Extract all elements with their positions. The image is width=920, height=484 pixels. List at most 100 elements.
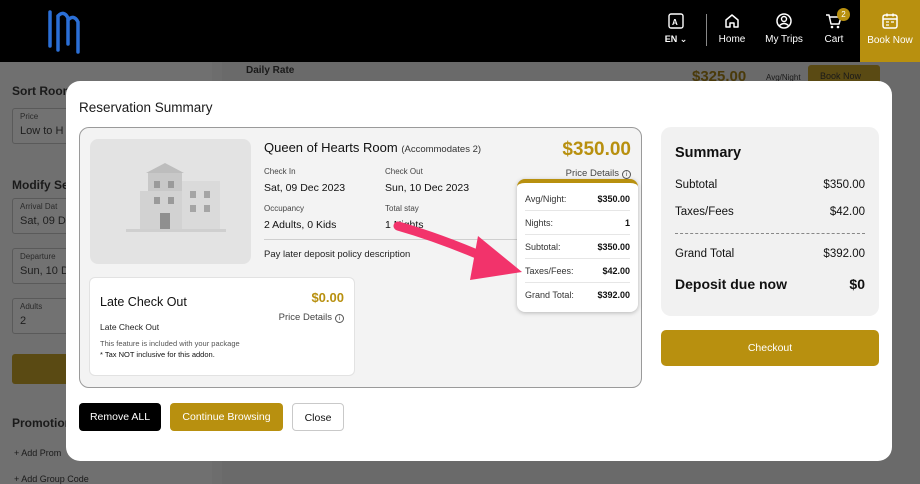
continue-browsing-button[interactable]: Continue Browsing [170,403,283,431]
checkout-button[interactable]: Checkout [661,330,879,366]
summary-subtotal-row: Subtotal $350.00 [675,179,865,191]
summary-grand-total-label: Grand Total [675,248,735,260]
order-summary-panel: Summary Subtotal $350.00 Taxes/Fees $42.… [661,127,879,316]
summary-grand-total-value: $392.00 [823,248,865,260]
room-price-details-label: Price Details [565,168,619,179]
popover-value: $350.00 [597,194,630,204]
popover-label: Avg/Night: [525,194,567,204]
calendar-icon [882,13,898,29]
nav-cart[interactable]: 2 Cart [818,8,850,52]
popover-row-grand-total: Grand Total: $392.00 [525,283,630,307]
summary-divider [675,233,865,234]
top-nav-bar: A EN ⌄ Home My Trips 2 Cart Book Now [0,0,920,62]
info-icon: i [335,314,344,323]
departure-label: Departure [20,252,56,261]
book-now-label: Book Now [867,35,913,46]
price-details-popover: Avg/Night: $350.00 Nights: 1 Subtotal: $… [517,179,638,312]
deposit-policy-text: Pay later deposit policy description [264,249,411,260]
addon-included-note: This feature is included with your packa… [100,339,240,348]
nav-home-label: Home [718,34,746,45]
check-in-label: Check In [264,167,296,176]
popover-value: $392.00 [597,290,630,300]
popover-value: $42.00 [602,266,630,276]
chevron-down-icon: ⌄ [679,34,688,44]
reservation-summary-modal: Reservation Summary Queen of Hearts Room… [66,81,892,461]
summary-taxes-label: Taxes/Fees [675,206,734,218]
remove-all-button[interactable]: Remove ALL [79,403,161,431]
nav-my-trips[interactable]: My Trips [762,12,806,52]
nav-home[interactable]: Home [714,12,750,52]
addon-price-details-label: Price Details [278,312,332,323]
popover-value: 1 [624,218,630,228]
brand-logo[interactable] [44,6,84,56]
room-accommodates: (Accommodates 2) [401,144,482,155]
add-promo-link[interactable]: + Add Prom [14,448,61,458]
close-button[interactable]: Close [292,403,344,431]
translate-icon: A [668,13,684,29]
occupancy-value: 2 Adults, 0 Kids [264,219,337,231]
arrival-label: Arrival Dat [20,202,58,211]
popover-row-avg-night: Avg/Night: $350.00 [525,187,630,211]
daily-rate-label: Daily Rate [246,65,295,76]
summary-grand-total-row: Grand Total $392.00 [675,248,865,260]
summary-deposit-label: Deposit due now [675,276,787,292]
popover-row-nights: Nights: 1 [525,211,630,235]
add-group-code-link[interactable]: + Add Group Code [14,474,89,484]
modal-title: Reservation Summary [79,100,213,115]
addon-title: Late Check Out [100,295,187,309]
addon-price-details-link[interactable]: Price Details i [279,312,344,323]
svg-text:A: A [672,18,678,27]
popover-row-subtotal: Subtotal: $350.00 [525,235,630,259]
popover-label: Nights: [525,218,554,228]
departure-value: Sun, 10 D [20,265,69,277]
addon-card-late-checkout: Late Check Out $0.00 Price Details i Late… [89,277,355,376]
cart-count-badge: 2 [837,8,850,21]
summary-title: Summary [675,145,742,161]
summary-taxes-value: $42.00 [829,206,865,218]
check-out-value: Sun, 10 Dec 2023 [385,182,470,194]
total-stay-value: 1 Nights [385,219,424,231]
addon-price: $0.00 [311,290,344,305]
room-name: Queen of Hearts Room (Accommodates 2) [264,140,481,155]
adults-label: Adults [20,302,43,311]
popover-value: $350.00 [597,242,630,252]
total-stay-label: Total stay [385,204,419,213]
nav-cart-label: Cart [824,34,844,45]
popover-label: Grand Total: [525,290,574,300]
nav-divider [706,14,707,46]
info-icon: i [622,170,631,179]
modify-search-heading: Modify Se [12,178,69,192]
room-divider [264,239,517,240]
summary-taxes-row: Taxes/Fees $42.00 [675,206,865,218]
popover-row-taxes: Taxes/Fees: $42.00 [525,259,630,283]
summary-deposit-value: $0 [849,276,865,292]
summary-subtotal-label: Subtotal [675,179,718,191]
sort-price-value: Low to H [20,125,64,137]
arrival-value: Sat, 09 D [20,215,66,227]
hotel-building-illustration [126,163,226,232]
sort-price-label: Price [20,112,39,121]
room-name-text: Queen of Hearts Room [264,140,398,155]
user-circle-icon [776,13,792,29]
room-image [90,139,251,264]
check-out-label: Check Out [385,167,423,176]
room-book-now-label: Book Now [820,71,862,81]
language-label: EN [664,34,678,44]
popover-label: Subtotal: [525,242,561,252]
home-icon [725,14,739,28]
addon-subtitle: Late Check Out [100,322,160,332]
language-selector[interactable]: A EN ⌄ [660,12,692,52]
occupancy-label: Occupancy [264,204,305,213]
summary-deposit-row: Deposit due now $0 [675,276,865,292]
nav-my-trips-label: My Trips [765,34,803,45]
promotions-heading: Promotion [12,416,72,430]
sort-rooms-heading: Sort Room [12,84,74,98]
check-in-value: Sat, 09 Dec 2023 [264,182,346,194]
room-reservation-card: Queen of Hearts Room (Accommodates 2) $3… [79,127,642,388]
book-now-button[interactable]: Book Now [860,0,920,62]
addon-tax-note: * Tax NOT inclusive for this addon. [100,350,215,359]
summary-subtotal-value: $350.00 [823,179,865,191]
room-price: $350.00 [562,139,631,160]
popover-label: Taxes/Fees: [525,266,574,276]
room-price-details-link[interactable]: Price Details i [566,168,631,179]
